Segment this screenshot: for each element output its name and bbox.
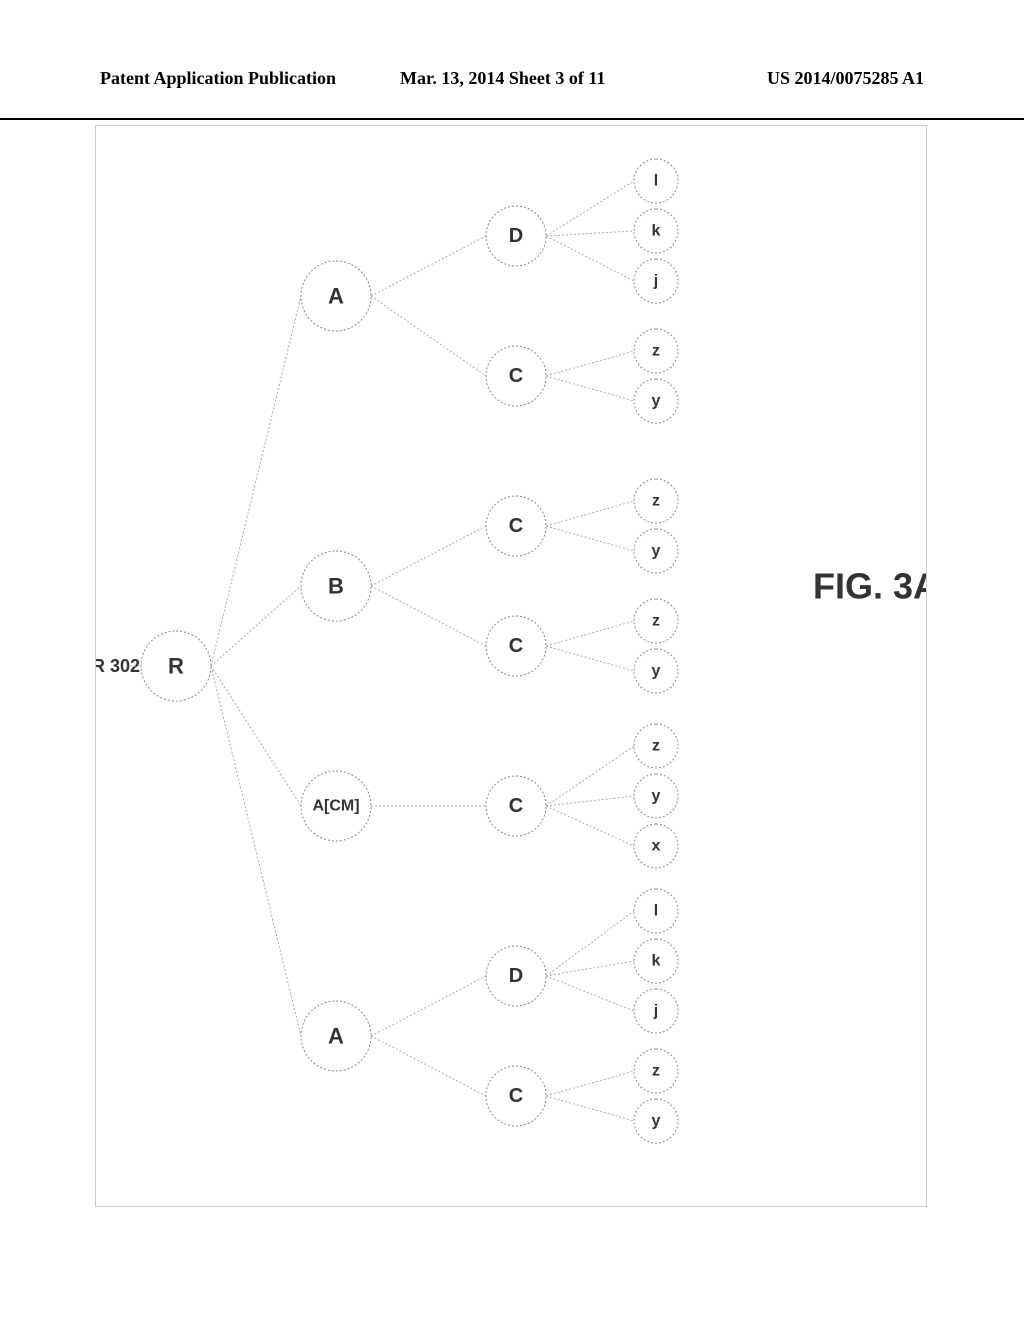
edge	[546, 961, 634, 976]
node-l1-acm-label: A[CM]	[312, 798, 359, 815]
node-l2-a1c-label: C	[509, 1085, 523, 1107]
node-l1-a1-label: A	[328, 1024, 344, 1049]
edge	[371, 236, 486, 296]
node-leaf-label: y	[652, 543, 661, 560]
node-leaf-label: k	[652, 953, 661, 970]
edge	[546, 911, 634, 976]
figure-area: R R 302 A C y z D j	[95, 125, 927, 1207]
root-reference-label: R 302	[96, 656, 140, 676]
node-l2-a2c-label: C	[509, 365, 523, 387]
header-publication-type: Patent Application Publication	[100, 68, 336, 89]
node-leaf-label: j	[653, 273, 658, 290]
edge	[546, 976, 634, 1011]
edge	[546, 1071, 634, 1096]
node-leaf-label: y	[652, 1113, 661, 1130]
edge	[371, 526, 486, 586]
node-l1-b-label: B	[328, 574, 344, 599]
edge	[546, 621, 634, 646]
header-publication-number: US 2014/0075285 A1	[767, 68, 924, 89]
edge	[546, 806, 634, 846]
node-leaf-label: z	[652, 493, 660, 510]
node-l2-bc2-label: C	[509, 515, 523, 537]
node-leaf-label: k	[652, 223, 661, 240]
node-leaf-label: z	[652, 738, 660, 755]
node-leaf-label: y	[652, 788, 661, 805]
node-leaf-label: y	[652, 663, 661, 680]
node-leaf-label: z	[652, 1063, 660, 1080]
edge	[546, 746, 634, 806]
edge	[211, 586, 301, 666]
edge	[546, 501, 634, 526]
edge	[546, 526, 634, 551]
edge	[371, 976, 486, 1036]
node-l2-a2d-label: D	[509, 225, 523, 247]
edge	[371, 296, 486, 376]
edge	[546, 351, 634, 376]
node-l2-bc1-label: C	[509, 635, 523, 657]
node-root-label: R	[168, 654, 184, 679]
edge	[546, 236, 634, 281]
edge	[546, 796, 634, 806]
edge	[211, 666, 301, 1036]
tree-diagram: R R 302 A C y z D j	[96, 126, 926, 1206]
node-l2-acmc-label: C	[509, 795, 523, 817]
edge	[371, 1036, 486, 1096]
edge	[546, 1096, 634, 1121]
edge	[211, 666, 301, 806]
node-leaf-label: x	[652, 838, 661, 855]
edge	[546, 181, 634, 236]
header-date-sheet: Mar. 13, 2014 Sheet 3 of 11	[400, 68, 605, 89]
edge	[211, 296, 301, 666]
page-header: Patent Application Publication Mar. 13, …	[0, 88, 1024, 120]
node-leaf-label: z	[652, 343, 660, 360]
node-leaf-label: z	[652, 613, 660, 630]
node-leaf-label: l	[654, 173, 658, 190]
node-leaf-label: y	[652, 393, 661, 410]
node-l2-a1d-label: D	[509, 965, 523, 987]
node-leaf-label: j	[653, 1003, 658, 1020]
edge	[546, 376, 634, 401]
edge	[371, 586, 486, 646]
node-l1-a2-label: A	[328, 284, 344, 309]
edge	[546, 231, 634, 236]
edge	[546, 646, 634, 671]
node-leaf-label: l	[654, 903, 658, 920]
figure-label: FIG. 3A	[813, 566, 926, 607]
